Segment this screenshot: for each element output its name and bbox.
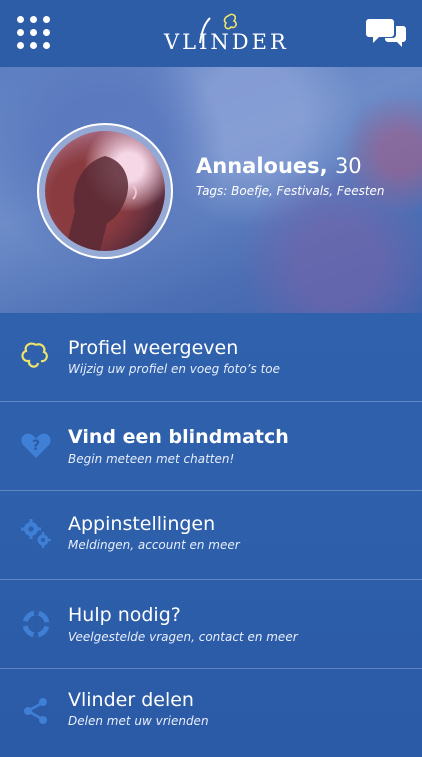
menu-item-subtitle: Delen met uw vrienden <box>68 714 209 728</box>
vlinder-logo: VLINDER <box>150 8 286 58</box>
top-bar: VLINDER <box>0 0 422 67</box>
share-icon <box>20 695 52 727</box>
profile-name: Annaloues, 30 <box>196 154 362 178</box>
menu-item-subtitle: Veelgestelde vragen, contact en meer <box>68 630 298 644</box>
menu-item-title: Appinstellingen <box>68 513 216 535</box>
menu-item-subtitle: Wijzig uw profiel en voeg foto’s toe <box>68 362 280 376</box>
svg-text:?: ? <box>32 438 40 454</box>
profile-header: Annaloues, 30 Tags: Boefje, Festivals, F… <box>0 67 422 313</box>
menu-item-subtitle: Meldingen, account en meer <box>68 538 240 552</box>
profile-age: 30 <box>334 154 362 178</box>
menu-item-help[interactable]: Hulp nodig? Veelgestelde vragen, contact… <box>0 580 422 669</box>
menu-item-title: Hulp nodig? <box>68 604 181 626</box>
menu-item-title: Profiel weergeven <box>68 337 239 359</box>
menu-item-share[interactable]: Vlinder delen Delen met uw vrienden <box>0 669 422 757</box>
chat-bubbles-icon[interactable] <box>366 16 408 50</box>
menu-item-subtitle: Begin meteen met chatten! <box>68 452 235 466</box>
heart-question-icon: ? <box>20 429 52 461</box>
butterfly-icon <box>20 341 52 373</box>
side-menu: Profiel weergeven Wijzig uw profiel en v… <box>0 313 422 750</box>
lifebuoy-icon <box>20 608 52 640</box>
profile-tags: Tags: Boefje, Festivals, Feesten <box>196 184 385 198</box>
profile-name-text: Annaloues, <box>196 154 328 178</box>
menu-item-profile[interactable]: Profiel weergeven Wijzig uw profiel en v… <box>0 313 422 402</box>
menu-item-title: Vlinder delen <box>68 689 194 711</box>
gears-icon <box>20 517 52 549</box>
grid-menu-icon[interactable] <box>17 16 51 50</box>
menu-item-settings[interactable]: Appinstellingen Meldingen, account en me… <box>0 491 422 580</box>
avatar[interactable] <box>45 131 165 251</box>
menu-item-blindmatch[interactable]: ? Vind een blindmatch Begin meteen met c… <box>0 402 422 491</box>
menu-item-title: Vind een blindmatch <box>68 426 289 448</box>
logo-text: VLINDER <box>164 30 289 54</box>
